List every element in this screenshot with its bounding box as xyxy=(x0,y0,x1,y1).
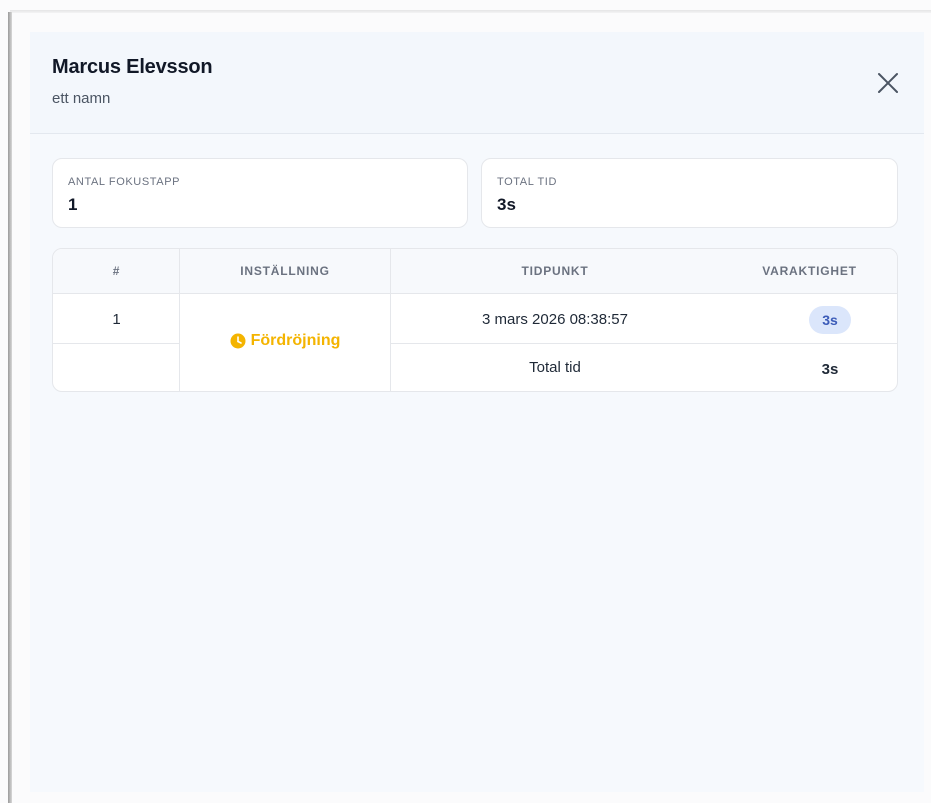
row-divider xyxy=(390,343,897,344)
close-button[interactable] xyxy=(875,70,901,96)
focus-loss-label: ANTAL FOKUSTAPP xyxy=(68,176,181,188)
frame-edge-left xyxy=(8,12,12,803)
student-name: Marcus Elevsson xyxy=(52,56,213,78)
column-header-duration: VARAKTIGHET xyxy=(762,264,857,278)
focus-loss-value: 1 xyxy=(68,195,78,214)
row-divider xyxy=(53,343,180,344)
setting-cell: Fördröjning xyxy=(180,329,390,353)
total-time-value: 3s xyxy=(497,195,516,214)
focus-loss-table: # INSTÄLLNING TIDPUNKT VARAKTIGHET 1 För… xyxy=(52,248,898,392)
clock-icon xyxy=(230,333,246,349)
column-header-timestamp: TIDPUNKT xyxy=(521,264,589,278)
column-header-setting: INSTÄLLNING xyxy=(240,264,330,278)
student-subtitle: ett namn xyxy=(52,90,111,107)
dialog-frame: Marcus Elevsson ett namn ANTAL FOKUSTAPP… xyxy=(0,0,931,803)
row-timestamp: 3 mars 2026 08:38:57 xyxy=(482,311,628,328)
total-time-card: TOTAL TID 3s xyxy=(481,158,898,228)
student-detail-panel: Marcus Elevsson ett namn ANTAL FOKUSTAPP… xyxy=(30,32,924,792)
panel-header: Marcus Elevsson ett namn xyxy=(30,32,924,134)
setting-label: Fördröjning xyxy=(250,332,341,349)
frame-edge-top xyxy=(10,10,931,13)
row-index: 1 xyxy=(112,311,121,328)
duration-badge: 3s xyxy=(809,306,851,334)
focus-loss-card: ANTAL FOKUSTAPP 1 xyxy=(52,158,468,228)
total-time-row-label: Total tid xyxy=(529,359,581,376)
total-time-row-value: 3s xyxy=(821,361,839,378)
column-header-index: # xyxy=(112,264,121,278)
close-icon xyxy=(878,73,898,93)
total-time-label: TOTAL TID xyxy=(497,176,558,188)
